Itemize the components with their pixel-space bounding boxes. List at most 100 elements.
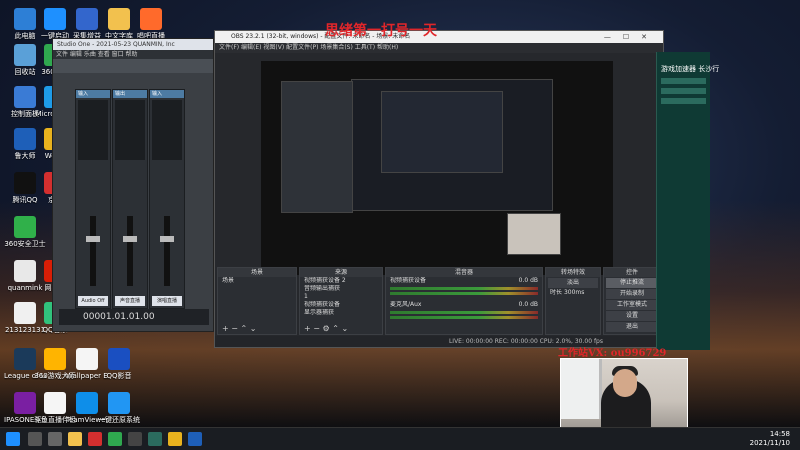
start-icon[interactable]	[6, 432, 20, 446]
channel-name: 输入	[150, 90, 184, 98]
explorer-icon[interactable]	[68, 432, 82, 446]
track-db: 0.0 dB	[518, 301, 538, 308]
nested-studio	[281, 81, 353, 213]
person-face	[613, 369, 637, 397]
channel-name: 输出	[113, 90, 147, 98]
app-icon[interactable]	[108, 432, 122, 446]
obs-menu-bar[interactable]: 文件(F) 编辑(E) 视图(V) 配置文件(P) 场景集合(S) 工具(T) …	[215, 43, 663, 53]
studio-menu-bar[interactable]: 文件 编辑 乐曲 查看 窗口 帮助	[53, 50, 213, 59]
controls-title: 控件	[604, 268, 660, 277]
obs-dock-area: 场景 场景 + − ⌃ ⌄ 来源 视频捕获设备 2 音频输出捕获 1 视频捕获设…	[215, 267, 663, 335]
mixer-track: 麦克风/Aux 0.0 dB	[386, 301, 542, 309]
source-item[interactable]: 显示器捕获	[300, 309, 382, 317]
game-hall-icon	[44, 348, 66, 370]
mixer-title: 混音器	[386, 268, 542, 277]
obs-taskbar-icon[interactable]	[128, 432, 142, 446]
studio-title-bar[interactable]: Studio One - 2021-05-23 QUANMIN, Inc	[53, 39, 213, 50]
accelerator-window[interactable]: 游戏加速器 长沙行	[656, 52, 719, 350]
scenes-title: 场景	[218, 268, 296, 277]
transitions-dock[interactable]: 转场特效 淡出 时长 300ms	[545, 267, 601, 335]
guard-icon	[14, 216, 36, 238]
desktop-icon[interactable]: 一键还原系统	[98, 392, 140, 424]
source-item[interactable]: 视频捕获设备 2	[300, 277, 382, 285]
system-clock[interactable]: 14:58 2021/11/10	[750, 430, 790, 448]
track-name: 麦克风/Aux	[390, 301, 422, 308]
settings-button[interactable]: 设置	[606, 311, 658, 321]
teamviewer-icon	[76, 392, 98, 414]
duration-value: 300ms	[563, 289, 585, 296]
nested-preview-inner	[381, 91, 503, 173]
obs-title-bar[interactable]: OBS 23.2.1 (32-bit, windows) - 配置文件: 未命名…	[215, 31, 663, 43]
transition-duration[interactable]: 时长 300ms	[546, 289, 600, 297]
search-icon[interactable]	[28, 432, 42, 446]
studio-toolbar[interactable]	[53, 59, 213, 73]
desktop-icon[interactable]: QQ影音	[98, 348, 140, 380]
controls-dock[interactable]: 控件 停止推流 开始录制 工作室模式 设置 退出	[603, 267, 661, 335]
pc-icon	[14, 8, 36, 30]
desktop-icon[interactable]: 360安全卫士	[4, 216, 46, 248]
channel-name: 输入	[76, 90, 110, 98]
taskbar: 14:58 2021/11/10	[0, 427, 800, 450]
channel-fader[interactable]	[160, 216, 174, 286]
source-item[interactable]: 1	[300, 293, 382, 301]
sources-title: 来源	[300, 268, 382, 277]
channel-output[interactable]: 演唱直播	[152, 296, 182, 306]
scenes-toolbar[interactable]: + − ⌃ ⌄	[218, 324, 296, 334]
lol-icon	[14, 348, 36, 370]
audio-mixer-dock[interactable]: 混音器 视频捕获设备 0.0 dB 麦克风/Aux 0.0 dB	[385, 267, 543, 335]
app-icon[interactable]	[168, 432, 182, 446]
clock-date: 2021/11/10	[749, 439, 790, 447]
sources-dock[interactable]: 来源 视频捕获设备 2 音频输出捕获 1 视频捕获设备 显示器捕获 + − ⚙ …	[299, 267, 383, 335]
insert-slot[interactable]	[152, 100, 182, 160]
channel-output[interactable]: Audio Off	[78, 296, 108, 306]
obs-preview[interactable]	[261, 61, 613, 275]
contact-overlay: 工作站VX: ou996729	[558, 348, 667, 359]
scenes-dock[interactable]: 场景 场景 + − ⌃ ⌄	[217, 267, 297, 335]
mic-icon	[140, 8, 162, 30]
exit-button[interactable]: 退出	[606, 322, 658, 332]
folder-icon	[108, 8, 130, 30]
studio-taskbar-icon[interactable]	[188, 432, 202, 446]
transport-timecode: 00001.01.01.00	[59, 309, 209, 325]
minimize-icon[interactable]: —	[604, 33, 623, 41]
transitions-title: 转场特效	[546, 268, 600, 277]
track-db: 0.0 dB	[518, 277, 538, 284]
scene-item[interactable]: 场景	[218, 277, 296, 285]
list-item[interactable]	[661, 78, 706, 84]
app-icon[interactable]	[88, 432, 102, 446]
desktop-icon-label: 一键还原系统	[98, 416, 140, 424]
channel-output[interactable]: 声音直播	[115, 296, 145, 306]
obs-window[interactable]: OBS 23.2.1 (32-bit, windows) - 配置文件: 未命名…	[214, 30, 664, 348]
driver-icon	[14, 392, 36, 414]
app-icon[interactable]	[148, 432, 162, 446]
mixer-track: 视频捕获设备 0.0 dB	[386, 277, 542, 285]
control-panel-icon	[14, 86, 36, 108]
start-recording-button[interactable]: 开始录制	[606, 289, 658, 299]
list-item[interactable]	[661, 88, 706, 94]
volume-meter	[390, 311, 538, 314]
stop-streaming-button[interactable]: 停止推流	[606, 278, 658, 288]
source-item[interactable]: 音频输出捕获	[300, 285, 382, 293]
restore-icon	[108, 392, 130, 414]
maximize-icon[interactable]: ☐	[623, 33, 641, 41]
studio-one-window[interactable]: Studio One - 2021-05-23 QUANMIN, Inc 文件 …	[52, 38, 214, 332]
insert-slot[interactable]	[78, 100, 108, 160]
task-view-icon[interactable]	[48, 432, 62, 446]
qq-icon	[14, 172, 36, 194]
source-item[interactable]: 视频捕获设备	[300, 301, 382, 309]
list-item[interactable]	[661, 98, 706, 104]
desktop-icon-label: QQ影音	[106, 372, 132, 380]
audio-icon	[76, 8, 98, 30]
douyu-icon	[44, 392, 66, 414]
close-icon[interactable]: ✕	[641, 33, 659, 41]
insert-slot[interactable]	[115, 100, 145, 160]
sources-toolbar[interactable]: + − ⚙ ⌃ ⌄	[300, 324, 382, 334]
transition-select[interactable]: 淡出	[548, 278, 598, 288]
channel-fader[interactable]	[86, 216, 100, 286]
channel-fader[interactable]	[123, 216, 137, 286]
mixer-channel-strip[interactable]: 输入 演唱直播	[149, 89, 185, 309]
mixer-channel-strip[interactable]: 输出 声音直播	[112, 89, 148, 309]
mixer-channel-strip[interactable]: 输入 Audio Off	[75, 89, 111, 309]
desktop-icon[interactable]: 唱吧直播	[130, 8, 172, 40]
studio-mode-button[interactable]: 工作室模式	[606, 300, 658, 310]
